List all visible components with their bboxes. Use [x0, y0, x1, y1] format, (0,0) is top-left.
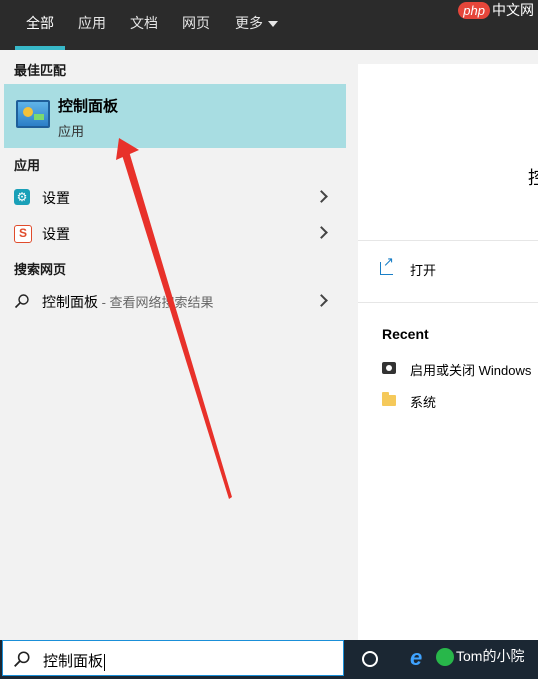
web-search-result[interactable]: 控制面板 - 查看网络搜索结果 — [0, 284, 346, 318]
sogou-settings-icon: S — [14, 225, 32, 243]
best-match-item[interactable]: 控制面板 应用 — [4, 84, 346, 148]
app-result-label: 设置 — [42, 190, 70, 206]
chevron-right-icon[interactable] — [315, 226, 328, 239]
open-icon — [380, 254, 394, 275]
best-match-title: 控制面板 — [58, 98, 119, 115]
divider — [358, 302, 538, 303]
taskbar-watermark: Tom的小院 — [456, 648, 525, 664]
web-search-heading: 搜索网页 — [14, 262, 67, 277]
preview-panel: 控 打开 Recent 启用或关闭 Windows 系统 — [358, 64, 538, 640]
recent-item-label: 启用或关闭 Windows — [410, 363, 532, 378]
best-match-subtitle: 应用 — [58, 124, 85, 139]
apps-heading: 应用 — [14, 158, 41, 173]
search-tab-bar: 全部 应用 文档 网页 更多 php 中文网 — [0, 0, 538, 50]
chevron-right-icon[interactable] — [315, 294, 328, 307]
cortana-icon[interactable] — [362, 651, 378, 667]
web-result-query: 控制面板 — [42, 294, 98, 310]
results-panel: 最佳匹配 控制面板 应用 应用 ⚙ 设置 S 设置 搜索网页 控制面板 - 查看… — [0, 50, 346, 640]
tab-more-label: 更多 — [235, 15, 263, 31]
settings-gear-icon: ⚙ — [14, 189, 30, 205]
text-cursor — [104, 653, 106, 671]
tab-apps[interactable]: 应用 — [78, 0, 106, 50]
folder-icon — [382, 392, 396, 406]
app-result-sogou-settings[interactable]: S 设置 — [0, 216, 346, 250]
search-input[interactable]: 控制面板 — [2, 640, 344, 676]
preview-title: 控 — [528, 168, 538, 188]
tab-documents[interactable]: 文档 — [130, 0, 158, 50]
web-result-hint: - 查看网络搜索结果 — [98, 295, 214, 310]
wechat-icon — [436, 648, 454, 666]
app-result-settings[interactable]: ⚙ 设置 — [0, 180, 346, 214]
preview-header: 控 — [358, 64, 538, 241]
caret-down-icon — [268, 21, 278, 28]
search-icon — [14, 294, 29, 309]
open-label: 打开 — [410, 263, 437, 278]
watermark-logo: php — [458, 2, 490, 19]
web-result-text: 控制面板 - 查看网络搜索结果 — [42, 292, 214, 312]
tab-more[interactable]: 更多 — [235, 0, 278, 50]
search-input-value: 控制面板 — [43, 650, 106, 671]
recent-heading: Recent — [382, 326, 429, 342]
site-watermark: php 中文网 — [458, 0, 534, 20]
best-match-heading: 最佳匹配 — [14, 63, 67, 78]
tab-web[interactable]: 网页 — [182, 0, 210, 50]
app-result-label: 设置 — [42, 226, 70, 242]
recent-item-label: 系统 — [410, 395, 437, 410]
windows-feature-icon — [382, 362, 396, 374]
control-panel-icon — [16, 100, 50, 128]
tab-all[interactable]: 全部 — [26, 0, 54, 50]
chevron-right-icon[interactable] — [315, 190, 328, 203]
search-query: 控制面板 — [43, 653, 104, 670]
search-icon — [14, 651, 30, 667]
watermark-text: 中文网 — [492, 2, 534, 18]
edge-icon[interactable]: e — [410, 647, 430, 669]
